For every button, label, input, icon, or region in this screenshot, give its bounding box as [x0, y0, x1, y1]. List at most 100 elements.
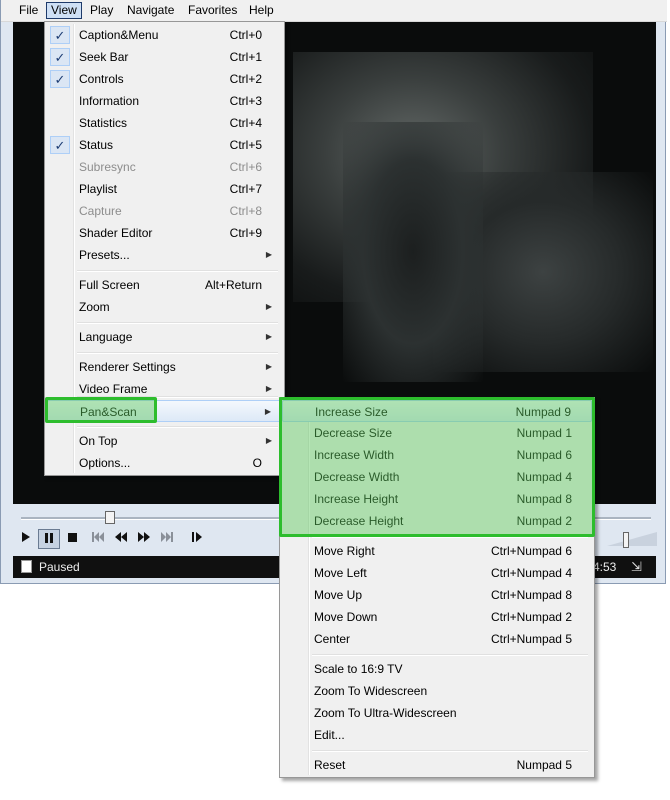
menu-item-zoom-to-widescreen[interactable]: Zoom To Widescreen: [282, 680, 592, 702]
checkmark-icon: ✓: [50, 26, 70, 44]
prev-button[interactable]: [87, 529, 109, 549]
menu-item-label: Information: [79, 94, 140, 108]
menu-item-move-right[interactable]: Move Right Ctrl+Numpad 6: [282, 540, 592, 562]
menu-separator: [77, 270, 278, 272]
submenu-arrow-icon: ▶: [265, 302, 272, 311]
frame-step-icon: [192, 532, 202, 542]
menu-item-options[interactable]: Options... O: [47, 452, 282, 474]
menu-item-status[interactable]: ✓ Status Ctrl+5: [47, 134, 282, 156]
menu-item-information[interactable]: Information Ctrl+3: [47, 90, 282, 112]
menu-item-shortcut: Ctrl+Numpad 8: [490, 588, 572, 602]
menu-help[interactable]: Help: [245, 2, 278, 19]
menu-item-label: Move Up: [314, 588, 363, 602]
frame-step-button[interactable]: [186, 529, 208, 549]
menu-item-language[interactable]: Language ▶: [47, 326, 282, 348]
menu-item-label: Controls: [79, 72, 124, 86]
menu-separator: [312, 750, 588, 752]
menu-navigate[interactable]: Navigate: [123, 2, 178, 19]
menu-item-full-screen[interactable]: Full Screen Alt+Return: [47, 274, 282, 296]
menu-item-scale-to-16-9-tv[interactable]: Scale to 16:9 TV: [282, 658, 592, 680]
menu-item-shortcut: Ctrl+7: [229, 182, 262, 196]
video-frame-content: [343, 122, 483, 382]
size-options-highlight-box: [279, 397, 595, 537]
status-time: 4:53: [593, 560, 617, 574]
menu-file[interactable]: File: [15, 2, 42, 19]
next-button[interactable]: [156, 529, 178, 549]
stop-icon: [67, 533, 77, 542]
submenu-arrow-icon: ▶: [265, 362, 272, 371]
menu-item-shortcut: Ctrl+1: [229, 50, 262, 64]
menu-item-label: Zoom: [79, 300, 110, 314]
menu-item-statistics[interactable]: Statistics Ctrl+4: [47, 112, 282, 134]
menu-item-controls[interactable]: ✓ Controls Ctrl+2: [47, 68, 282, 90]
menu-play[interactable]: Play: [86, 2, 117, 19]
menu-item-zoom[interactable]: Zoom ▶: [47, 296, 282, 318]
menu-item-center[interactable]: Center Ctrl+Numpad 5: [282, 628, 592, 650]
menu-bar: File View Play Navigate Favorites Help: [1, 0, 667, 22]
menu-item-label: On Top: [79, 434, 118, 448]
menu-item-shortcut: Ctrl+9: [229, 226, 262, 240]
checkmark-icon: ✓: [50, 70, 70, 88]
menu-item-subresync[interactable]: Subresync Ctrl+6: [47, 156, 282, 178]
play-button[interactable]: [15, 529, 37, 549]
stop-button[interactable]: [61, 529, 83, 549]
play-icon: [22, 532, 30, 542]
volume-track: [607, 532, 657, 546]
menu-item-shortcut: Ctrl+Numpad 4: [490, 566, 572, 580]
menu-item-label: Zoom To Ultra-Widescreen: [314, 706, 457, 720]
menu-item-shortcut: O: [252, 456, 262, 470]
skip-forward-icon: [161, 532, 173, 542]
menu-item-label: Center: [314, 632, 351, 646]
menu-item-shortcut: Ctrl+Numpad 5: [490, 632, 572, 646]
menu-item-shortcut: Ctrl+5: [229, 138, 262, 152]
menu-item-shortcut: Ctrl+Numpad 6: [490, 544, 572, 558]
fullscreen-icon[interactable]: ⇲: [631, 559, 642, 575]
menu-item-presets[interactable]: Presets... ▶: [47, 244, 282, 266]
menu-item-label: Seek Bar: [79, 50, 129, 64]
menu-item-label: Reset: [314, 758, 346, 772]
menu-item-edit[interactable]: Edit...: [282, 724, 592, 746]
menu-favorites[interactable]: Favorites: [184, 2, 241, 19]
skip-back-icon: [92, 532, 104, 542]
menu-item-shortcut: Alt+Return: [204, 278, 262, 292]
menu-item-renderer-settings[interactable]: Renderer Settings ▶: [47, 356, 282, 378]
menu-item-playlist[interactable]: Playlist Ctrl+7: [47, 178, 282, 200]
volume-thumb[interactable]: [623, 532, 629, 548]
menu-item-label: Status: [79, 138, 114, 152]
submenu-arrow-icon: ▶: [265, 250, 272, 259]
submenu-arrow-icon: ▶: [265, 436, 272, 445]
menu-item-shader-editor[interactable]: Shader Editor Ctrl+9: [47, 222, 282, 244]
pause-icon: [45, 533, 53, 543]
fast-forward-button[interactable]: [133, 529, 155, 549]
menu-view[interactable]: View: [46, 2, 82, 19]
menu-item-label: Presets...: [79, 248, 130, 262]
menu-item-label: Caption&Menu: [79, 28, 159, 42]
menu-item-shortcut: Ctrl+4: [229, 116, 262, 130]
menu-item-label: Options...: [79, 456, 131, 470]
menu-item-capture[interactable]: Capture Ctrl+8: [47, 200, 282, 222]
menu-item-zoom-to-ultra-widescreen[interactable]: Zoom To Ultra-Widescreen: [282, 702, 592, 724]
menu-separator: [77, 426, 278, 428]
menu-item-label: Statistics: [79, 116, 128, 130]
menu-item-label: Zoom To Widescreen: [314, 684, 428, 698]
seek-thumb[interactable]: [105, 511, 115, 524]
menu-item-label: Shader Editor: [79, 226, 153, 240]
menu-item-move-down[interactable]: Move Down Ctrl+Numpad 2: [282, 606, 592, 628]
menu-item-label: Scale to 16:9 TV: [314, 662, 403, 676]
submenu-arrow-icon: ▶: [264, 407, 271, 416]
volume-slider[interactable]: [607, 532, 657, 548]
menu-item-label: Playlist: [79, 182, 118, 196]
menu-item-move-up[interactable]: Move Up Ctrl+Numpad 8: [282, 584, 592, 606]
menu-item-label: Full Screen: [79, 278, 140, 292]
submenu-arrow-icon: ▶: [265, 332, 272, 341]
menu-item-label: Renderer Settings: [79, 360, 176, 374]
menu-item-caption-and-menu[interactable]: ✓ Caption&Menu Ctrl+0: [47, 24, 282, 46]
menu-item-move-left[interactable]: Move Left Ctrl+Numpad 4: [282, 562, 592, 584]
menu-item-on-top[interactable]: On Top ▶: [47, 430, 282, 452]
pause-button[interactable]: [38, 529, 60, 549]
menu-item-shortcut: Ctrl+3: [229, 94, 262, 108]
menu-item-reset[interactable]: Reset Numpad 5: [282, 754, 592, 776]
rewind-button[interactable]: [110, 529, 132, 549]
menu-item-seek-bar[interactable]: ✓ Seek Bar Ctrl+1: [47, 46, 282, 68]
checkmark-icon: ✓: [50, 48, 70, 66]
